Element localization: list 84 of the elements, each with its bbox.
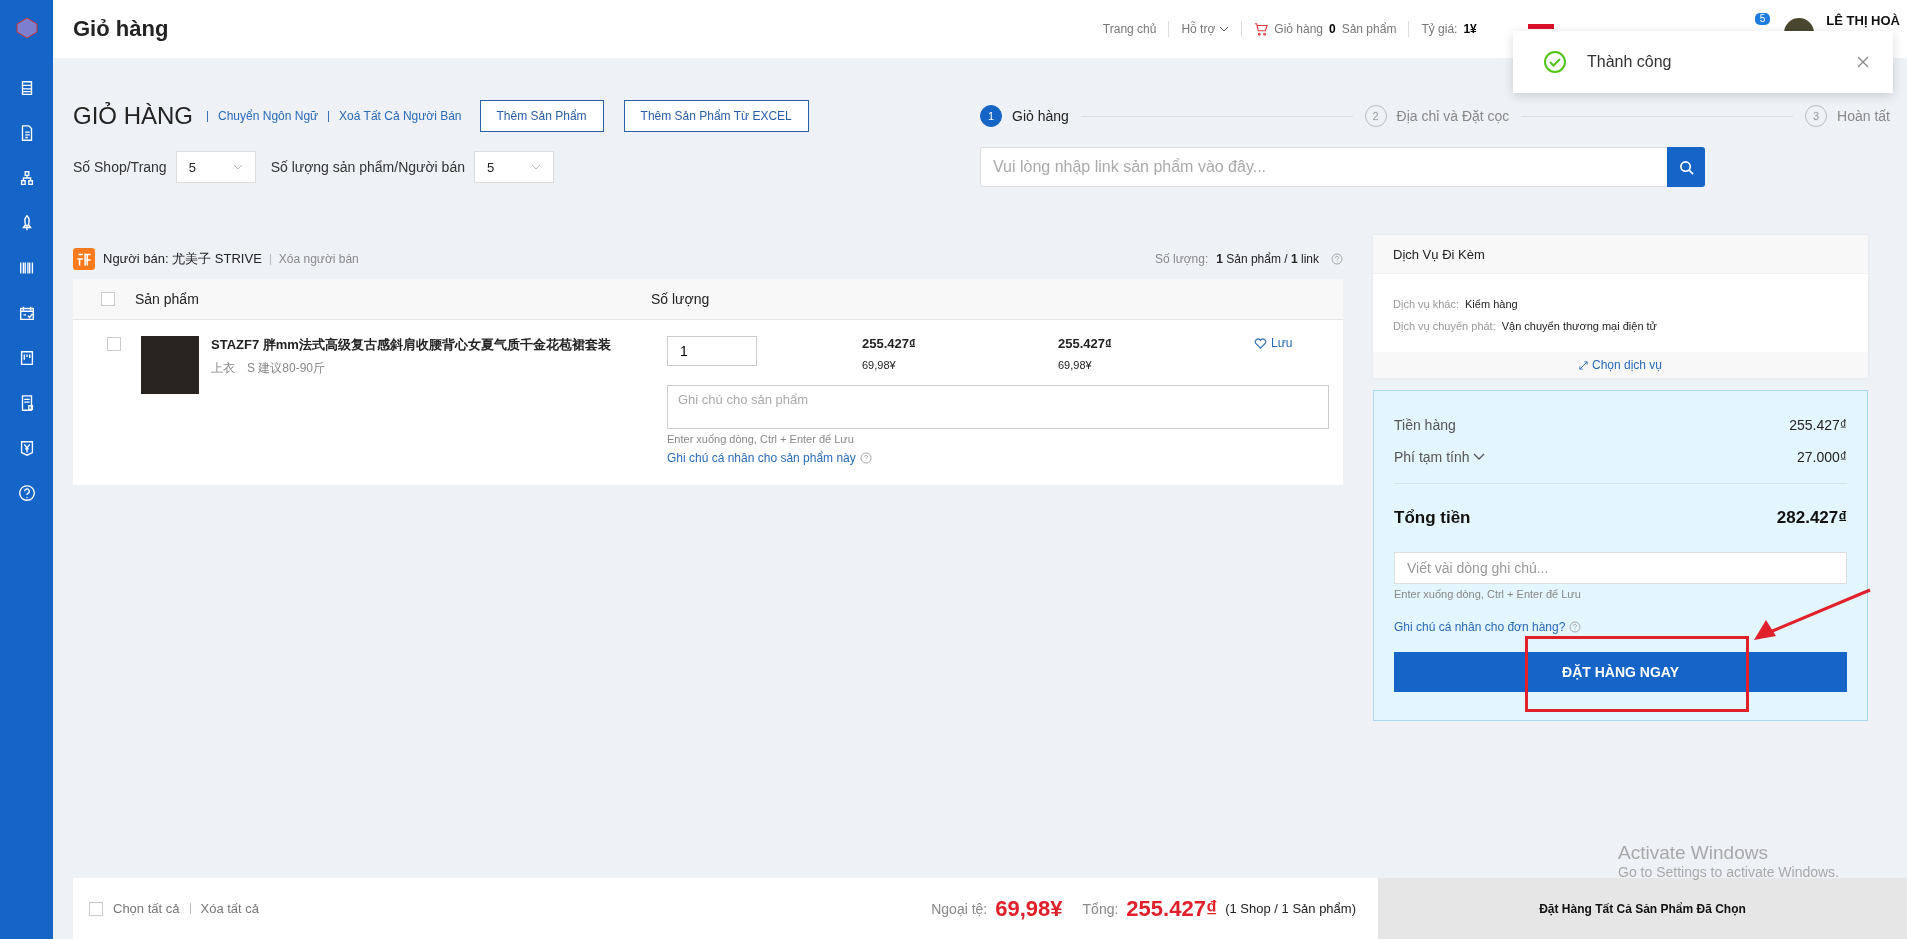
remove-seller-link[interactable]: Xóa người bán [278,252,359,266]
user-name[interactable]: LÊ THỊ HOÀ [1826,13,1900,28]
cart-count: 0 [1329,22,1336,36]
cart-heading: GIỎ HÀNG [73,102,193,130]
checkbox[interactable] [107,337,121,351]
total-price-cny: 69,98¥ [1058,359,1093,371]
selection-count: (1 Shop / 1 Sản phẩm) [1225,901,1356,916]
quantity-input[interactable]: 1 [667,336,757,366]
product-name[interactable]: STAZF7 胖mm法式高级复古感斜肩收腰背心女夏气质千金花苞裙套装 [211,336,655,354]
exchange-rate-label: Tỷ giá: [1421,22,1458,36]
photo-placeholder [141,336,199,394]
service-value: Kiểm hàng [1465,298,1518,310]
add-product-button[interactable]: Thêm Sản Phẩm [479,100,604,132]
step: 2 Địa chỉ và Đặt cọc [1364,105,1510,127]
goods-amount: 255.427₫ [1789,417,1847,433]
chevron-down-icon [1473,453,1486,461]
foreign-currency-amount: 69,98¥ [995,895,1063,922]
setting-label: Số Shop/Trang [73,159,167,175]
header-link[interactable]: Xoá Tất Cả Người Bán [339,109,462,123]
seller-name: Người bán: 尤美子 STRIVE [103,250,262,268]
cart-unit: Sản phẩm [1341,22,1397,36]
chevron-down-icon [1219,26,1230,32]
chevron-down-icon [232,164,243,170]
number-select[interactable]: 5 [175,151,256,183]
total-price: 255.427₫ [1058,336,1113,351]
foreign-currency-label: Ngoại tệ: [931,900,988,917]
order-note-link[interactable]: Ghi chú cá nhân cho đơn hàng? [1394,620,1566,634]
activation-notice-title: Activate Windows [1618,842,1769,864]
cart-label[interactable]: Giỏ hàng [1274,22,1323,36]
add-product-button[interactable]: Thêm Sản Phẩm Từ EXCEL [623,100,809,132]
checkbox[interactable] [89,901,103,916]
cart-icon[interactable] [1254,22,1269,36]
flag-icon [1527,24,1554,29]
toast-message: Thành công [1587,53,1673,71]
fee-label[interactable]: Phí tạm tính [1394,449,1486,465]
page-title: Giỏ hàng [73,16,169,42]
expand-icon [1578,360,1588,370]
product-attribute: 上衣 [211,360,235,377]
total-amount: 255.427₫ [1126,895,1218,922]
product-attribute: S 建议80-90斤 [247,360,326,377]
step: 3 Hoàn tất [1805,105,1890,127]
unit-price: 255.427₫ [862,336,917,351]
select-all-label[interactable]: Chọn tất cả [113,901,180,916]
quantity-label: Số lượng: [1154,252,1209,266]
column-header: Số lượng [651,291,710,307]
activation-notice-text: Go to Settings to activate Windows. [1618,864,1839,880]
support-menu[interactable]: Hỗ trợ [1181,22,1230,36]
save-link[interactable]: Lưu [1254,336,1293,350]
total-amount: 282.427₫ [1776,508,1847,528]
product-note-field[interactable]: Ghi chú cho sản phẩm [667,385,1329,429]
services-title: Dịch Vụ Đi Kèm [1373,235,1868,274]
check-circle-icon [1543,50,1567,74]
total-label: Tổng: [1082,900,1119,917]
setting-label: Số lượng sản phẩm/Người bán [270,159,465,175]
order-note-field[interactable]: Viết vài dòng ghi chú... [1394,552,1847,584]
clear-all-link[interactable]: Xóa tất cả [200,901,260,916]
calendar-icon[interactable] [17,304,36,322]
service-label: Dịch vụ chuyển phát: [1393,320,1496,332]
shop-logo-icon [73,248,95,270]
search-button[interactable] [1667,147,1705,187]
service-value: Vận chuyển thương mại điện tử [1501,320,1657,332]
step: 1 Giỏ hàng [980,105,1069,127]
total-label: Tổng tiền [1394,508,1471,528]
header-link[interactable]: Chuyển Ngôn Ngữ [218,109,319,123]
column-header: Sản phẩm [135,291,200,307]
search-icon [1678,159,1694,175]
note-hint: Enter xuống dòng, Ctrl + Enter để Lưu [1394,588,1582,600]
choose-service-link[interactable]: Chọn dịch vụ [1373,352,1868,378]
note-hint: Enter xuống dòng, Ctrl + Enter để Lưu [667,433,855,445]
exchange-rate-value: 1¥ [1463,22,1477,36]
chevron-down-icon [531,164,541,170]
service-label: Dịch vụ khác: [1393,298,1460,310]
unit-price-cny: 69,98¥ [862,359,897,371]
quantity-summary: 1 Sản phẩm / 1 link [1216,252,1319,266]
goods-label: Tiền hàng [1394,417,1456,433]
number-select[interactable]: 5 [474,151,554,183]
fee-amount: 27.000₫ [1797,449,1847,465]
order-now-button[interactable]: ĐẶT HÀNG NGAY [1394,652,1847,692]
notification-badge[interactable]: 5 [1754,13,1771,25]
heart-icon [1254,337,1267,349]
close-icon[interactable] [1857,56,1869,68]
personal-note-link[interactable]: Ghi chú cá nhân cho sản phẩm này [667,451,856,465]
home-link[interactable]: Trang chủ [1102,22,1157,36]
checkbox[interactable] [101,292,115,306]
